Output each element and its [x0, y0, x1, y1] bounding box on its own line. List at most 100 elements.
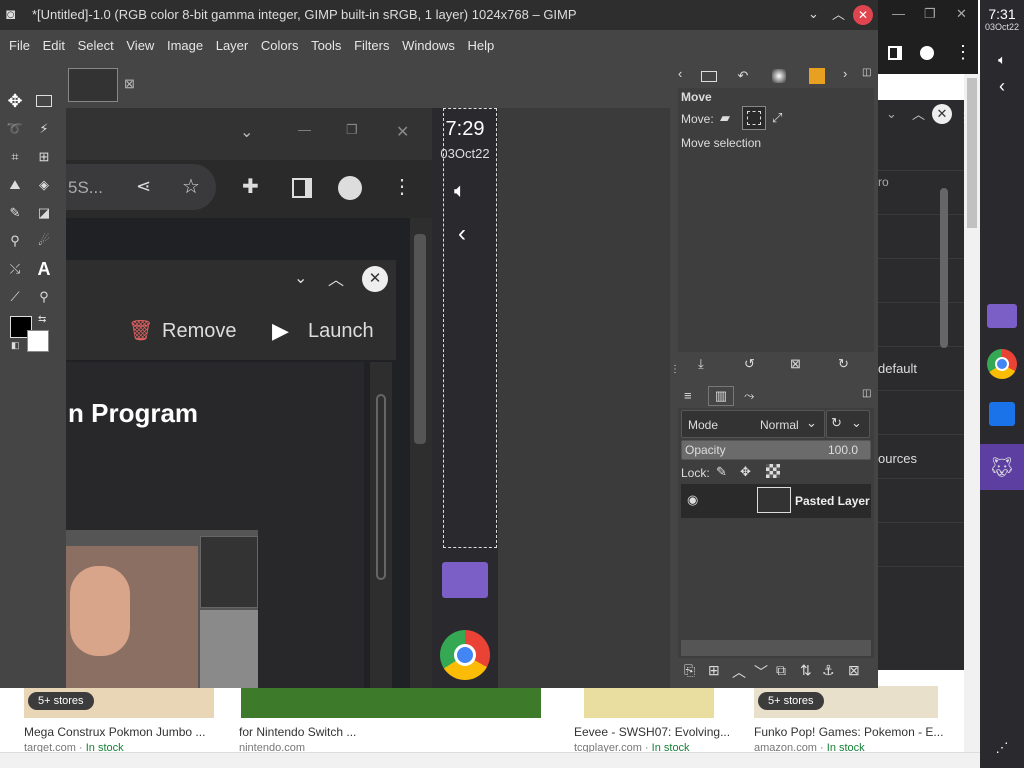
raise-layer-icon[interactable]: ︿ — [732, 662, 746, 682]
menu-icon[interactable]: ⋮ — [954, 42, 972, 63]
delete-options-icon[interactable]: ⊠ — [790, 356, 801, 372]
move-path-icon[interactable]: ⤢ — [772, 110, 782, 126]
delete-layer-icon[interactable]: ⊠ — [848, 662, 860, 679]
gimp-app-icon[interactable]: 🐺︎ — [980, 444, 1024, 490]
brushes-tab-icon[interactable] — [766, 66, 792, 86]
eraser-icon[interactable]: ◪ — [32, 201, 56, 225]
opacity-slider[interactable]: Opacity 100.0 — [681, 440, 871, 460]
restore-options-icon[interactable]: ↺ — [744, 356, 755, 372]
menu-colors[interactable]: Colors — [261, 38, 299, 53]
pasted-photo-thumbnail — [66, 530, 258, 688]
configure-tab-icon[interactable]: ◫ — [862, 67, 871, 78]
product-title[interactable]: Mega Construx Pokmon Jumbo ... — [24, 725, 205, 739]
layers-tab-icon[interactable]: ≡ — [684, 388, 692, 403]
configure-tab-icon[interactable]: ◫ — [862, 388, 871, 399]
menu-file[interactable]: File — [9, 38, 30, 53]
tool-options-tab-icon[interactable] — [696, 66, 722, 86]
swap-colors-icon[interactable]: ⇆ — [38, 314, 46, 325]
background-color[interactable] — [27, 330, 49, 352]
close-icon[interactable]: ✕ — [853, 5, 873, 25]
patterns-tab-icon[interactable] — [804, 66, 830, 86]
close-tab-icon[interactable]: ⊠ — [124, 76, 135, 92]
lock-position-icon[interactable]: ✥ — [740, 464, 751, 480]
merge-layer-icon[interactable]: ⇅ — [800, 662, 812, 679]
smudge-icon[interactable]: ☄︎ — [32, 229, 56, 253]
warp-icon[interactable]: ⛰︎ — [3, 173, 27, 197]
paths-tab-icon[interactable]: ⤳ — [744, 388, 754, 404]
channels-tab-icon[interactable]: ▥ — [708, 386, 734, 406]
menu-windows[interactable]: Windows — [402, 38, 455, 53]
color-picker-icon[interactable]: ⟋ — [3, 285, 27, 309]
move-tool-icon[interactable]: ✥ — [3, 89, 27, 113]
panel-resize-icon[interactable]: ⋮ — [670, 364, 680, 375]
bucket-fill-icon[interactable]: ◈ — [32, 173, 56, 197]
up-arrow-icon[interactable]: ︿ — [912, 104, 925, 123]
layers-scrollbar[interactable] — [681, 640, 871, 656]
duplicate-layer-icon[interactable]: ⧉ — [776, 662, 786, 679]
maximize-icon[interactable]: ︿ — [832, 4, 845, 23]
play-store-icon[interactable] — [984, 396, 1020, 432]
lock-alpha-icon[interactable] — [766, 464, 780, 478]
product-title[interactable]: for Nintendo Switch ... — [239, 725, 356, 739]
new-layer-icon[interactable]: ⎘ — [684, 662, 695, 679]
product-title[interactable]: Funko Pop! Games: Pokemon - E... — [754, 725, 943, 739]
anchor-layer-icon[interactable]: ⚓︎ — [822, 662, 835, 679]
files-app-icon[interactable] — [984, 298, 1020, 334]
menu-filters[interactable]: Filters — [354, 38, 389, 53]
image-tab-thumbnail[interactable] — [68, 68, 118, 102]
menu-layer[interactable]: Layer — [216, 38, 249, 53]
lower-layer-icon[interactable]: ﹀ — [754, 662, 768, 682]
eye-icon[interactable]: ◉ — [687, 492, 698, 508]
background-scrollbar-thumb[interactable] — [940, 188, 948, 348]
lock-pixels-icon[interactable]: ✎ — [716, 464, 727, 480]
menu-view[interactable]: View — [126, 38, 154, 53]
paths-icon[interactable]: ⤯ — [3, 257, 27, 281]
composite-mode-dropdown[interactable]: ↻ ⌄ — [826, 410, 870, 438]
default-colors-icon[interactable]: ◧ — [11, 340, 20, 351]
move-selection-icon[interactable] — [742, 106, 766, 130]
lasso-icon[interactable]: ➰ — [3, 117, 27, 141]
minimize-icon[interactable]: ⌄ — [808, 6, 819, 22]
menu-edit[interactable]: Edit — [43, 38, 65, 53]
clone-icon[interactable]: ⚲ — [3, 229, 27, 253]
chrome-icon[interactable] — [984, 346, 1020, 382]
down-arrow-icon[interactable]: ⌄ — [886, 106, 897, 122]
layer-row[interactable]: ◉ Pasted Layer — [681, 484, 871, 518]
system-clock[interactable]: 7:31 03Oct22 — [980, 6, 1024, 32]
transform-icon[interactable]: ⊞ — [32, 145, 56, 169]
menu-tools[interactable]: Tools — [311, 38, 341, 53]
vertical-scrollbar[interactable] — [964, 74, 980, 752]
maximize-icon[interactable]: ❐ — [924, 6, 936, 22]
menu-image[interactable]: Image — [167, 38, 203, 53]
move-mode-text: Move selection — [681, 136, 762, 150]
menu-help[interactable]: Help — [467, 38, 494, 53]
side-panel-icon[interactable] — [888, 46, 902, 60]
save-options-icon[interactable]: ⤓ — [698, 356, 704, 372]
mode-dropdown[interactable]: Mode Normal ⌄ — [681, 410, 825, 438]
paintbrush-icon[interactable]: ✎ — [3, 201, 27, 225]
zoom-icon[interactable]: ⚲ — [32, 285, 56, 309]
horizontal-scrollbar[interactable] — [0, 752, 980, 768]
mode-label: Mode — [688, 418, 719, 432]
crop-icon[interactable]: ⌗ — [3, 145, 27, 169]
close-window-icon[interactable]: ✕ — [956, 6, 967, 22]
close-icon[interactable]: ✕ — [932, 104, 952, 124]
chevron-right-icon[interactable]: › — [843, 66, 847, 81]
product-title[interactable]: Eevee - SWSH07: Evolving... — [574, 725, 730, 739]
text-tool-icon[interactable]: A — [32, 257, 56, 281]
fuzzy-select-icon[interactable]: ⚡︎ — [32, 117, 56, 141]
scrollbar-thumb[interactable] — [967, 78, 977, 228]
profile-icon[interactable] — [920, 46, 934, 60]
chevron-left-icon[interactable]: ‹ — [678, 66, 682, 81]
rect-select-icon[interactable] — [32, 89, 56, 113]
menu-select[interactable]: Select — [78, 38, 114, 53]
move-layer-icon[interactable]: ▰ — [720, 110, 730, 126]
undo-history-tab-icon[interactable]: ↶ — [730, 66, 756, 86]
minimize-icon[interactable]: — — [892, 6, 905, 21]
chevron-left-icon[interactable]: ‹ — [984, 68, 1020, 104]
layer-name[interactable]: Pasted Layer — [795, 494, 870, 508]
new-group-icon[interactable]: ⊞ — [708, 662, 720, 679]
pasted-browser-toolbar: 5S... ⋖ ☆ ✚ ⋮ — [66, 160, 442, 218]
reset-options-icon[interactable]: ↻ — [838, 356, 849, 372]
launcher-icon[interactable]: ⋰ — [984, 730, 1020, 766]
